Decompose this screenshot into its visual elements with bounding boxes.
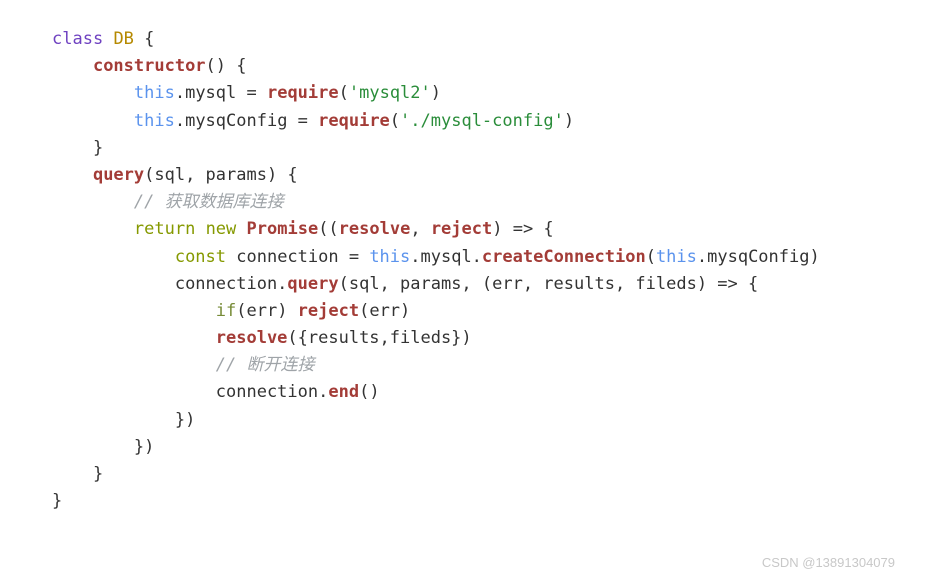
brace: })	[134, 437, 154, 457]
arrow: ) => {	[492, 219, 553, 239]
fn-createconnection: createConnection	[482, 247, 646, 267]
keyword-this: this	[656, 247, 697, 267]
fn-query: query	[287, 274, 338, 294]
keyword-if: if	[216, 301, 236, 321]
string-literal: './mysql-config'	[400, 111, 564, 131]
watermark: CSDN @13891304079	[762, 553, 895, 574]
fn-resolve: resolve	[216, 328, 288, 348]
comment: // 断开连接	[216, 355, 315, 375]
promise: Promise	[247, 219, 319, 239]
method-query: query	[93, 165, 144, 185]
args: ()	[359, 382, 379, 402]
paren: )	[564, 111, 574, 131]
args: (sql, params, (err, results, fileds) => …	[339, 274, 759, 294]
prop: .mysqConfig)	[697, 247, 820, 267]
paren: (	[339, 83, 349, 103]
comma: ,	[410, 219, 430, 239]
keyword-const: const	[175, 247, 226, 267]
keyword-class: class	[52, 29, 103, 49]
param-resolve: resolve	[339, 219, 411, 239]
brace: }	[93, 464, 103, 484]
paren: )	[431, 83, 441, 103]
param-reject: reject	[431, 219, 492, 239]
paren: (	[390, 111, 400, 131]
brace: {	[134, 29, 154, 49]
keyword-this: this	[134, 111, 175, 131]
keyword-this: this	[369, 247, 410, 267]
keyword-return: return	[134, 219, 195, 239]
fn-reject: reject	[298, 301, 359, 321]
fn-require: require	[318, 111, 390, 131]
class-name: DB	[113, 29, 133, 49]
fn-end: end	[328, 382, 359, 402]
connection: connection.	[175, 274, 288, 294]
string-literal: 'mysql2'	[349, 83, 431, 103]
keyword-new: new	[206, 219, 237, 239]
keyword-this: this	[134, 83, 175, 103]
paren: (	[646, 247, 656, 267]
brace: })	[175, 410, 195, 430]
brace: }	[52, 491, 62, 511]
dot: .mysql.	[410, 247, 482, 267]
assign: .mysql =	[175, 83, 267, 103]
parens: (sql, params) {	[144, 165, 298, 185]
paren: ((	[318, 219, 338, 239]
assign: connection =	[226, 247, 369, 267]
args: (err)	[359, 301, 410, 321]
cond: (err)	[236, 301, 297, 321]
parens: () {	[206, 56, 247, 76]
brace: }	[93, 138, 103, 158]
connection: connection.	[216, 382, 329, 402]
method-constructor: constructor	[93, 56, 206, 76]
fn-require: require	[267, 83, 339, 103]
comment: // 获取数据库连接	[134, 192, 284, 212]
code-block: class DB { constructor() { this.mysql = …	[52, 26, 873, 515]
assign: .mysqConfig =	[175, 111, 318, 131]
args: ({results,fileds})	[287, 328, 471, 348]
